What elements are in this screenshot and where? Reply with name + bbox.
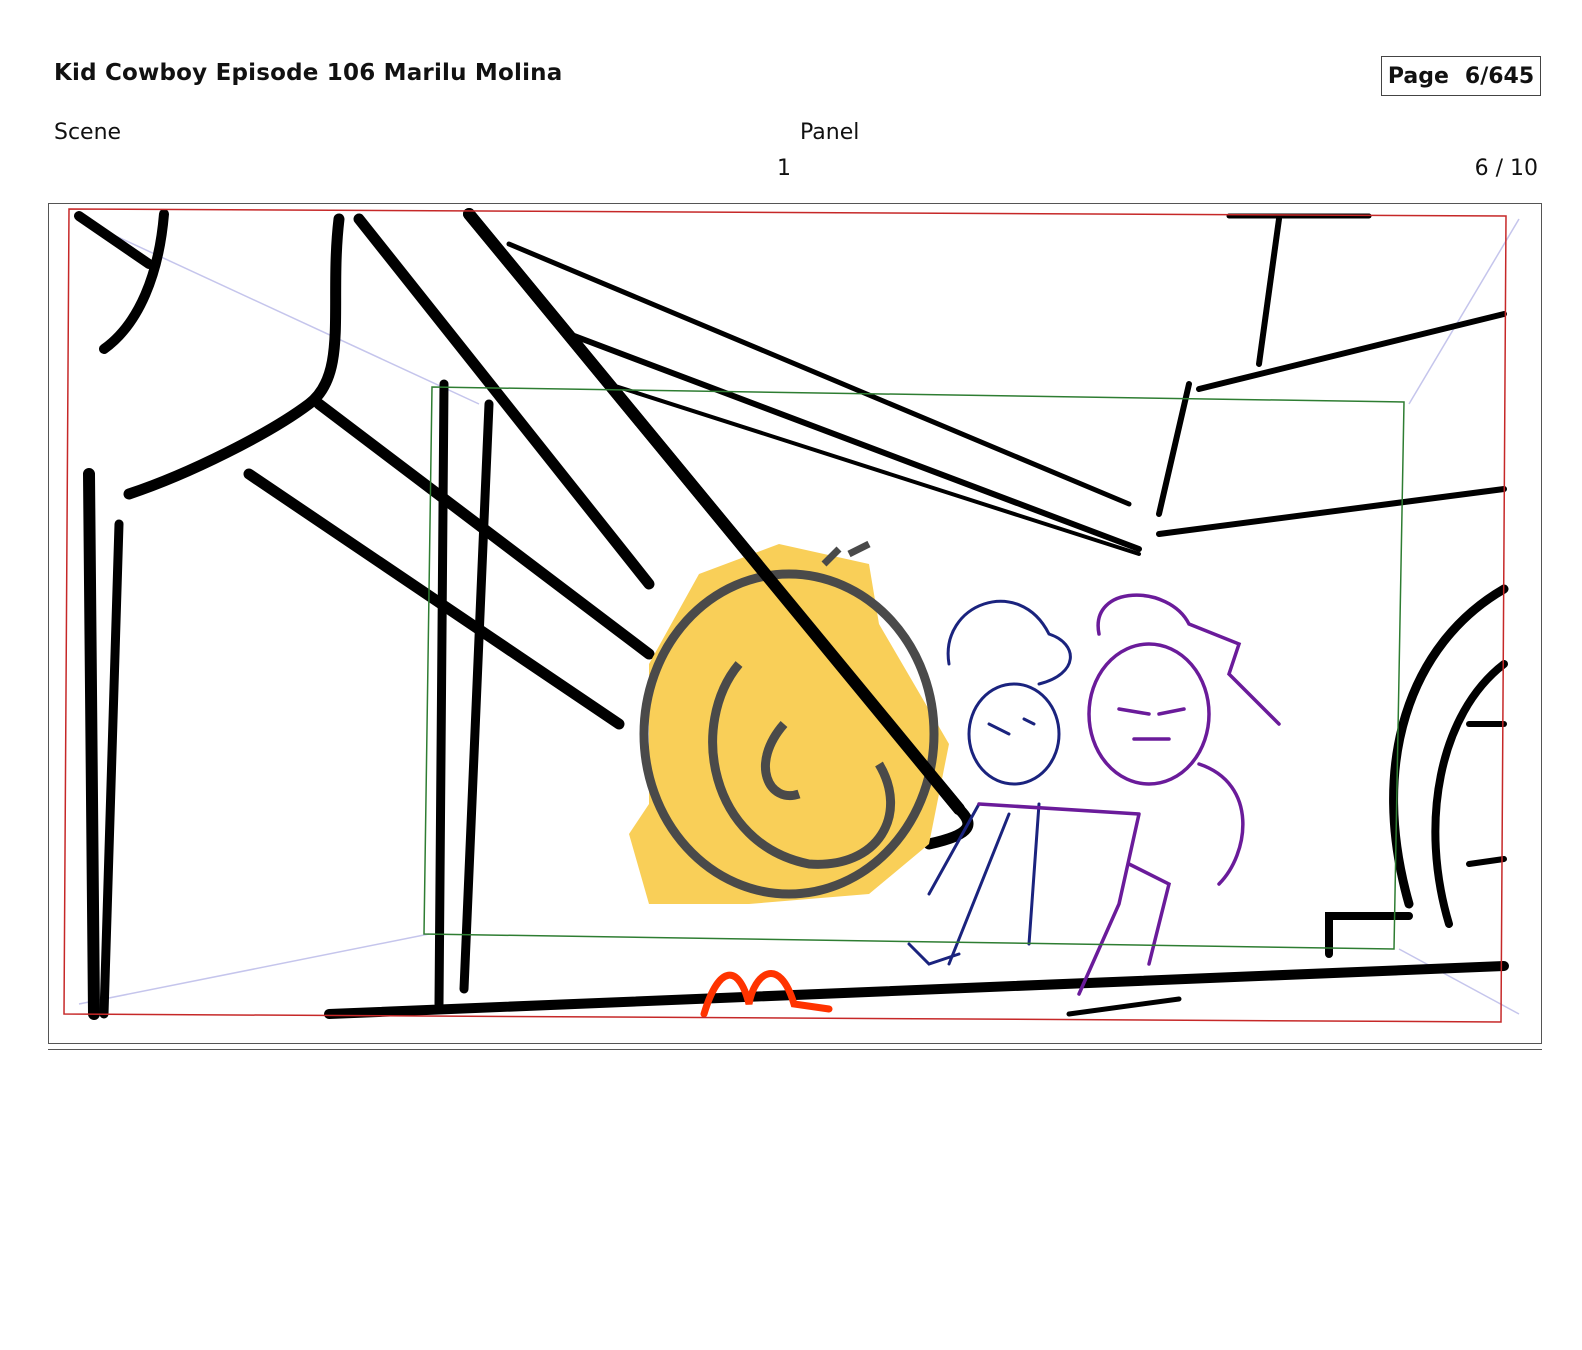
- scene-label: Scene: [54, 120, 122, 145]
- page-number: 6/645: [1464, 63, 1535, 89]
- storyboard-panel-frame: [48, 203, 1542, 1044]
- panel-bottom-rule: [48, 1049, 1542, 1050]
- page-label: Page: [1387, 63, 1449, 89]
- panel-label: Panel: [800, 120, 860, 145]
- scene-number: 1: [777, 156, 791, 181]
- page-indicator: Page 6/645: [1381, 56, 1541, 96]
- panel-number: 6 / 10: [1474, 156, 1538, 181]
- safe-frame: [423, 386, 1405, 950]
- document-title: Kid Cowboy Episode 106 Marilu Molina: [54, 60, 563, 86]
- character-right: [977, 593, 1281, 996]
- storyboard-drawing: [63, 208, 1520, 1023]
